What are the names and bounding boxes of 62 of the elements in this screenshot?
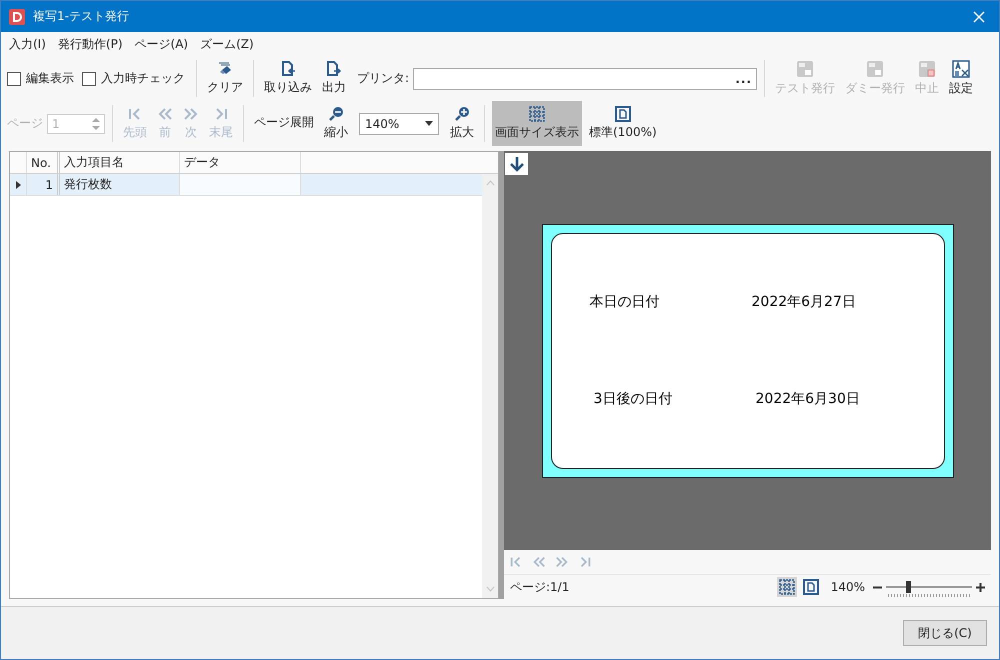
- table-row[interactable]: 1 発行枚数: [10, 174, 482, 196]
- nav-arrow-icon: [183, 106, 199, 122]
- nav-arrow-icon[interactable]: [509, 555, 523, 569]
- zoom-dropdown[interactable]: 140%: [359, 112, 439, 134]
- plus-icon[interactable]: [976, 582, 985, 592]
- menu-item[interactable]: ページ(A): [134, 36, 188, 52]
- field-value: 2022年6月30日: [756, 390, 860, 408]
- column-header[interactable]: データ: [180, 152, 301, 173]
- fit-screen-button[interactable]: 画面サイズ表示: [492, 101, 582, 146]
- page-number: 1: [52, 116, 60, 130]
- column-header[interactable]: 入力項目名: [60, 152, 180, 173]
- nav-arrow-icon[interactable]: [578, 555, 592, 569]
- app-icon: [9, 8, 25, 24]
- import-button[interactable]: 取り込み: [261, 59, 315, 98]
- zoom-in-button[interactable]: 拡大: [447, 104, 477, 143]
- eraser-icon: [217, 61, 233, 77]
- export-button[interactable]: 出力: [319, 59, 349, 98]
- menu-item[interactable]: ズーム(Z): [200, 36, 254, 52]
- nav-arrow-icon[interactable]: [532, 555, 546, 569]
- scroll-up-icon[interactable]: [486, 180, 494, 186]
- page-status: ページ:1/1: [510, 578, 570, 596]
- page-icon: [614, 106, 631, 122]
- table-cell: 1: [27, 174, 60, 195]
- printer-page-icon: [866, 60, 884, 78]
- standard-size-button[interactable]: 標準(100%): [586, 101, 660, 146]
- browse-button[interactable]: ...: [735, 72, 752, 86]
- close-button[interactable]: 閉じる(C): [903, 620, 987, 646]
- printer-page-icon: [796, 60, 814, 78]
- menu-item[interactable]: 入力(I): [9, 36, 46, 52]
- standard-size-icon[interactable]: [800, 577, 821, 597]
- printer-label: プリンタ:: [357, 70, 410, 87]
- printer-field[interactable]: ...: [413, 68, 758, 90]
- settings-icon: [952, 60, 970, 78]
- menu-item[interactable]: 発行動作(P): [58, 36, 123, 52]
- field-label: 3日後の日付: [594, 390, 674, 408]
- checkbox[interactable]: 入力時チェック: [82, 70, 185, 87]
- zoom-out-icon: [328, 106, 344, 122]
- grid-icon: [529, 106, 545, 122]
- zoom-value: 140%: [365, 116, 400, 130]
- checkbox[interactable]: 編集表示: [7, 70, 74, 87]
- page-label: ページ: [7, 115, 43, 132]
- field-label: 本日の日付: [590, 293, 660, 311]
- settings-button[interactable]: 設定: [946, 58, 976, 99]
- page-spread-button[interactable]: ページ展開: [251, 114, 317, 133]
- nav-arrow-icon[interactable]: [555, 555, 569, 569]
- field-value: 2022年6月27日: [752, 293, 856, 311]
- close-icon[interactable]: [973, 10, 985, 22]
- zoom-out-button[interactable]: 縮小: [321, 104, 351, 143]
- fit-screen-icon[interactable]: [776, 577, 797, 597]
- row-pointer-icon: [16, 180, 20, 188]
- caret-icon: [425, 121, 433, 126]
- scrollbar[interactable]: [482, 174, 498, 598]
- window-title: 複写1-テスト発行: [33, 8, 130, 25]
- scroll-down-icon[interactable]: [486, 586, 494, 592]
- clear-button[interactable]: クリア: [204, 59, 246, 98]
- nav-arrow-icon: [157, 106, 173, 122]
- table-cell[interactable]: [180, 174, 301, 195]
- document-in-icon: [280, 61, 296, 77]
- zoom-in-icon: [454, 106, 470, 122]
- zoom-percent: 140%: [830, 580, 865, 594]
- document-out-icon: [326, 61, 342, 77]
- printer-page-icon: [918, 60, 936, 78]
